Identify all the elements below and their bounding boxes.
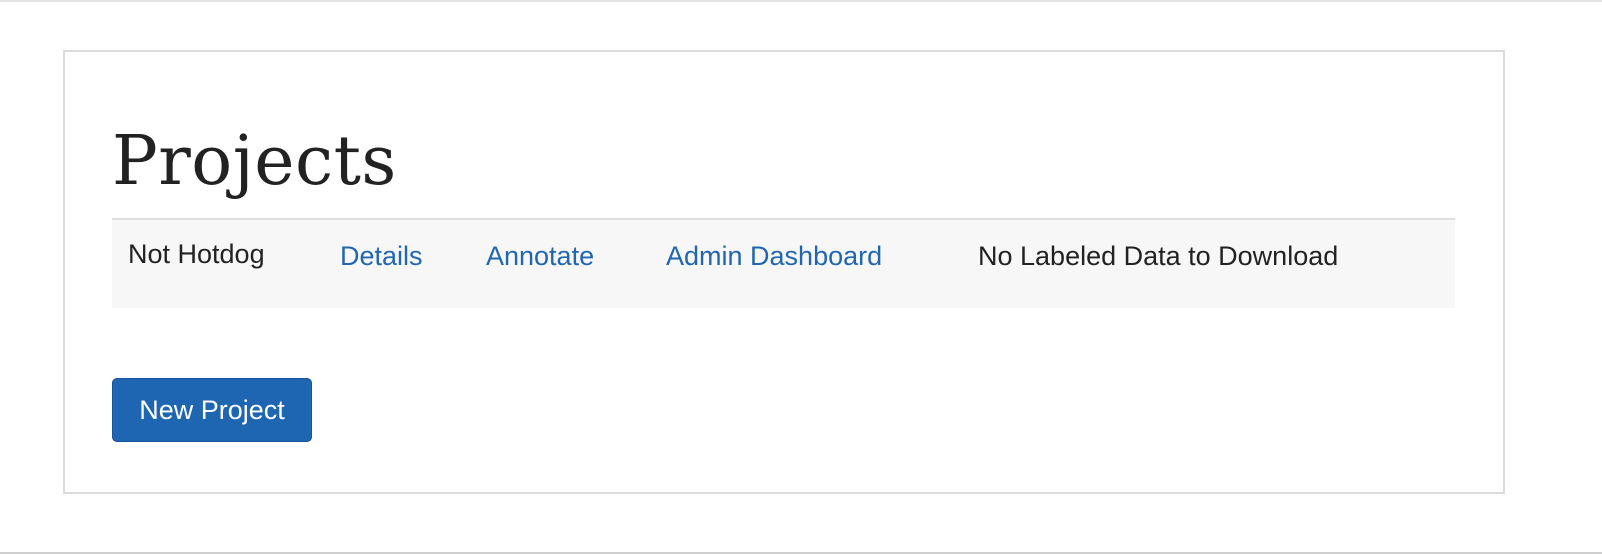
projects-table: Not Hotdog Details Annotate Admin Dashbo… [112,218,1455,308]
page-title: Projects [112,122,397,201]
annotate-link[interactable]: Annotate [486,240,594,272]
projects-panel: Projects Not Hotdog Details Annotate Adm… [63,50,1505,494]
details-link[interactable]: Details [340,240,423,272]
new-project-button[interactable]: New Project [112,378,312,442]
page: Projects Not Hotdog Details Annotate Adm… [0,0,1602,554]
project-name: Not Hotdog [128,239,265,269]
admin-dashboard-link[interactable]: Admin Dashboard [666,240,882,272]
download-status: No Labeled Data to Download [978,241,1339,271]
